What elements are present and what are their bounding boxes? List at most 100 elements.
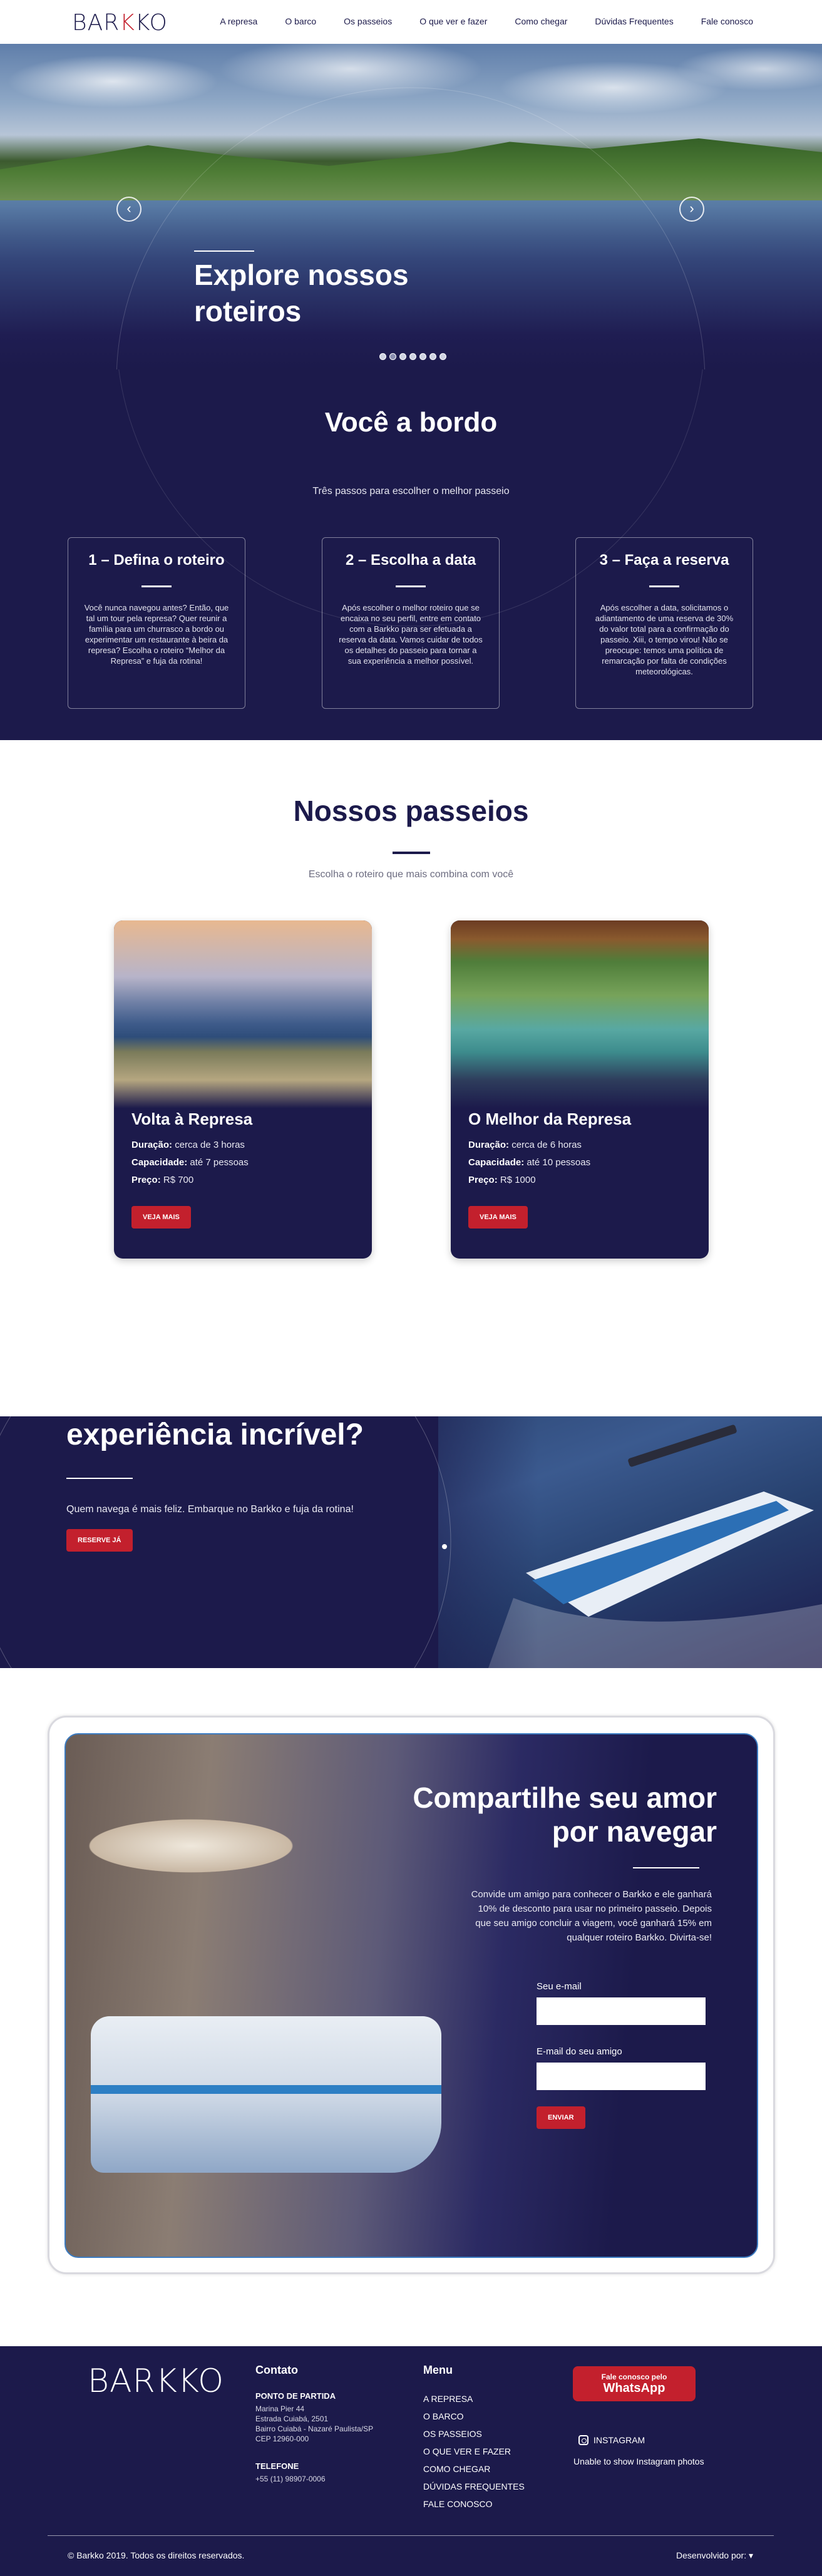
- instagram-link[interactable]: INSTAGRAM: [578, 2435, 645, 2445]
- boat-stripe: [91, 2085, 441, 2094]
- address-line: Estrada Cuiabá, 2501: [255, 2414, 329, 2423]
- tour-price: Preço: R$ 1000: [468, 1172, 694, 1189]
- phone-number[interactable]: +55 (11) 98907-0006: [255, 2474, 326, 2484]
- tour-duration: Duração: cerca de 6 horas: [468, 1136, 694, 1154]
- step-text: Após escolher o melhor roteiro que se en…: [339, 603, 483, 666]
- slider-dot[interactable]: [419, 353, 426, 360]
- whatsapp-line1: Fale conosco pelo: [601, 2372, 667, 2381]
- address-line: CEP 12960-000: [255, 2434, 309, 2443]
- tour-capacity: Capacidade: até 10 pessoas: [468, 1154, 694, 1172]
- developer-credit[interactable]: Desenvolvido por: ▾: [676, 2550, 753, 2561]
- tour-duration-label: Duração:: [468, 1140, 510, 1150]
- step-divider: [141, 585, 172, 587]
- umbrella-image: [66, 1808, 329, 1883]
- tours-title: Nossos passeios: [293, 795, 529, 827]
- slider-dot[interactable]: [379, 353, 386, 360]
- nav-os-passeios[interactable]: Os passeios: [344, 16, 392, 26]
- promo-divider: [66, 1478, 133, 1479]
- slider-next-button[interactable]: ›: [679, 197, 704, 222]
- address-line: Marina Pier 44: [255, 2404, 305, 2413]
- tour-card-volta-a-represa[interactable]: Volta à Represa Duração: cerca de 3 hora…: [114, 920, 372, 1259]
- step-card-1: 1 – Defina o roteiro Você nunca navegou …: [68, 537, 245, 709]
- slider-dots: [379, 353, 446, 360]
- tour-duration-label: Duração:: [131, 1140, 173, 1150]
- nav-duvidas-frequentes[interactable]: Dúvidas Frequentes: [595, 16, 673, 26]
- footer-menu-item[interactable]: O BARCO: [423, 2408, 525, 2425]
- nav-o-que-ver-e-fazer[interactable]: O que ver e fazer: [419, 16, 487, 26]
- slider-dot[interactable]: [389, 353, 396, 360]
- footer-menu-item[interactable]: O QUE VER E FAZER: [423, 2443, 525, 2460]
- footer-divider: [48, 2535, 774, 2536]
- tours-divider: [393, 852, 430, 854]
- site-footer: BARKKO Contato PONTO DE PARTIDA Marina P…: [0, 2346, 822, 2576]
- tour-image: [451, 920, 709, 1108]
- instagram-label: INSTAGRAM: [593, 2435, 645, 2445]
- copyright: © Barkko 2019. Todos os direitos reserva…: [68, 2550, 245, 2560]
- slider-dot[interactable]: [399, 353, 406, 360]
- hero-title-line1: Explore nossos: [194, 259, 409, 291]
- hero-slider: Explore nossos roteiros ‹ ›: [0, 44, 822, 369]
- footer-menu-item[interactable]: OS PASSEIOS: [423, 2425, 525, 2443]
- step-card-3: 3 – Faça a reserva Após escolher a data,…: [575, 537, 753, 709]
- footer-menu-item[interactable]: COMO CHEGAR: [423, 2460, 525, 2478]
- tours-subtitle: Escolha o roteiro que mais combina com v…: [308, 869, 514, 880]
- tour-price-label: Preço:: [131, 1175, 161, 1185]
- step-title: 2 – Escolha a data: [345, 552, 476, 569]
- slider-dot[interactable]: [429, 353, 436, 360]
- send-button[interactable]: ENVIAR: [537, 2106, 585, 2129]
- instagram-icon: [578, 2435, 588, 2445]
- nav-como-chegar[interactable]: Como chegar: [515, 16, 567, 26]
- footer-logo[interactable]: BARKKO: [88, 2362, 224, 2400]
- tour-see-more-button[interactable]: VEJA MAIS: [131, 1206, 191, 1229]
- hero-title: Explore nossos roteiros: [194, 257, 409, 329]
- tour-capacity-label: Capacidade:: [468, 1157, 525, 1168]
- promo-text: Quem navega é mais feliz. Embarque no Ba…: [66, 1504, 354, 1515]
- email-input[interactable]: [537, 1997, 706, 2025]
- share-divider: [633, 1867, 699, 1868]
- footer-menu-item[interactable]: FALE CONOSCO: [423, 2495, 525, 2513]
- step-divider: [649, 585, 679, 587]
- share-text: Convide um amigo para conhecer o Barkko …: [471, 1889, 712, 1943]
- tour-capacity: Capacidade: até 7 pessoas: [131, 1154, 357, 1172]
- step-title: 1 – Defina o roteiro: [88, 552, 225, 569]
- reserve-button[interactable]: RESERVE JÁ: [66, 1529, 133, 1552]
- share-title-line1: Compartilhe seu amor: [413, 1781, 717, 1814]
- friend-email-input[interactable]: [537, 2063, 706, 2090]
- tour-info: Volta à Represa Duração: cerca de 3 hora…: [131, 1110, 357, 1189]
- nav-fale-conosco[interactable]: Fale conosco: [701, 16, 753, 26]
- slider-dot[interactable]: [409, 353, 416, 360]
- step-divider: [396, 585, 426, 587]
- tour-name: Volta à Represa: [131, 1110, 253, 1128]
- footer-menu-item[interactable]: A REPRESA: [423, 2390, 525, 2408]
- address: Marina Pier 44 Estrada Cuiabá, 2501 Bair…: [255, 2404, 373, 2444]
- instagram-note: Unable to show Instagram photos: [573, 2456, 704, 2466]
- tour-capacity-value: até 7 pessoas: [190, 1157, 249, 1168]
- chevron-right-icon: ›: [689, 200, 694, 216]
- developer-logo-icon: ▾: [748, 2550, 753, 2560]
- slider-dot[interactable]: [439, 353, 446, 360]
- hero-title-line: [194, 250, 254, 252]
- site-header: BARKKO A represa O barco Os passeios O q…: [0, 0, 822, 44]
- tour-see-more-button[interactable]: VEJA MAIS: [468, 1206, 528, 1229]
- nav-o-barco[interactable]: O barco: [285, 16, 316, 26]
- slider-prev-button[interactable]: ‹: [116, 197, 141, 222]
- steps-section: Você a bordo Três passos para escolher o…: [0, 369, 822, 740]
- whatsapp-button[interactable]: Fale conosco pelo WhatsApp: [573, 2366, 696, 2401]
- tour-duration-value: cerca de 6 horas: [511, 1140, 582, 1150]
- tour-info: O Melhor da Represa Duração: cerca de 6 …: [468, 1110, 694, 1189]
- hero-title-line2: roteiros: [194, 295, 302, 327]
- departure-label: PONTO DE PARTIDA: [255, 2391, 336, 2401]
- step-title: 3 – Faça a reserva: [599, 552, 729, 569]
- share-title-line2: por navegar: [552, 1815, 717, 1848]
- tour-card-o-melhor-da-represa[interactable]: O Melhor da Represa Duração: cerca de 6 …: [451, 920, 709, 1259]
- footer-menu-title: Menu: [423, 2364, 453, 2376]
- nav-a-represa[interactable]: A represa: [220, 16, 257, 26]
- footer-menu-item[interactable]: DÚVIDAS FREQUENTES: [423, 2478, 525, 2495]
- step-card-2: 2 – Escolha a data Após escolher o melho…: [322, 537, 500, 709]
- steps-title: Você a bordo: [324, 407, 498, 438]
- footer-contact-title: Contato: [255, 2364, 298, 2376]
- footer-menu: A REPRESA O BARCO OS PASSEIOS O QUE VER …: [423, 2390, 525, 2513]
- friend-email-label: E-mail do seu amigo: [537, 2046, 622, 2057]
- tour-duration-value: cerca de 3 horas: [175, 1140, 245, 1150]
- logo[interactable]: BARKKO: [72, 10, 168, 36]
